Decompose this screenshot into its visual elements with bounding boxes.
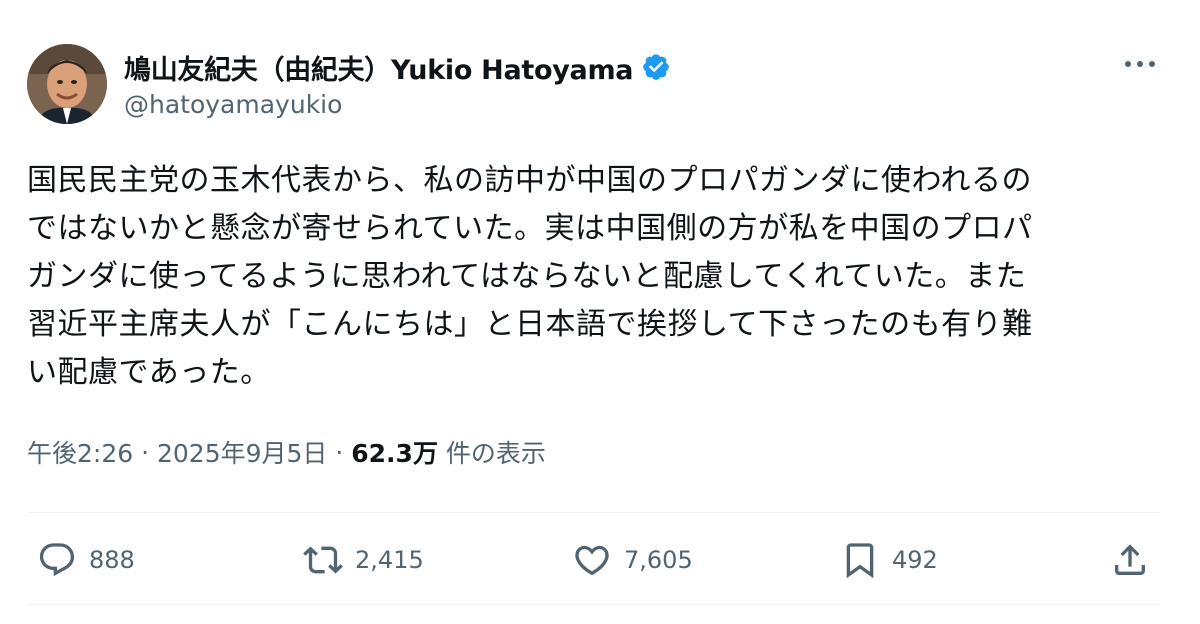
author-display-name[interactable]: 鳩山友紀夫（由紀夫）Yukio Hatoyama (124, 48, 634, 87)
like-button[interactable]: 7,605 (572, 532, 693, 588)
share-icon (1115, 544, 1145, 575)
view-count-label: 件の表示 (437, 439, 546, 468)
view-count[interactable]: 62.3万 (351, 434, 438, 470)
retweet-button[interactable]: 2,415 (303, 532, 424, 588)
bookmark-icon (846, 543, 874, 579)
author-handle[interactable]: @hatoyamayukio (124, 90, 342, 119)
share-button[interactable] (1110, 532, 1150, 588)
tweet-text: 国民民主党の玉木代表から、私の訪中が中国のプロパガンダに使われるの ではないかと… (27, 163, 1033, 390)
tweet-card: 鳩山友紀夫（由紀夫）Yukio Hatoyama @hatoyamayukio … (0, 0, 1200, 624)
reply-button[interactable]: 888 (37, 532, 135, 588)
heart-icon (575, 545, 609, 576)
divider (27, 512, 1160, 513)
verified-badge-icon (643, 54, 670, 80)
divider (27, 604, 1160, 605)
like-count: 7,605 (624, 546, 693, 574)
meta-separator: · (327, 437, 352, 467)
tweet-meta: 午後2:26 · 2025年9月5日 · 62.3万 件の表示 (27, 434, 546, 470)
retweet-count: 2,415 (355, 546, 424, 574)
avatar[interactable] (27, 44, 107, 124)
bookmark-button[interactable]: 492 (840, 532, 938, 588)
retweet-icon (303, 546, 343, 574)
avatar-image (27, 44, 107, 124)
bookmark-count: 492 (892, 546, 938, 574)
action-bar: 888 2,415 7,605 492 (0, 532, 1200, 588)
more-horizontal-icon (1125, 61, 1155, 67)
tweet-date[interactable]: 2025年9月5日 (157, 434, 327, 470)
author-name-row: 鳩山友紀夫（由紀夫）Yukio Hatoyama (124, 47, 671, 87)
reply-icon (39, 543, 75, 577)
reply-count: 888 (89, 546, 135, 574)
tweet-time[interactable]: 午後2:26 (27, 434, 133, 470)
more-options-button[interactable] (1118, 48, 1162, 80)
meta-separator: · (133, 437, 157, 467)
